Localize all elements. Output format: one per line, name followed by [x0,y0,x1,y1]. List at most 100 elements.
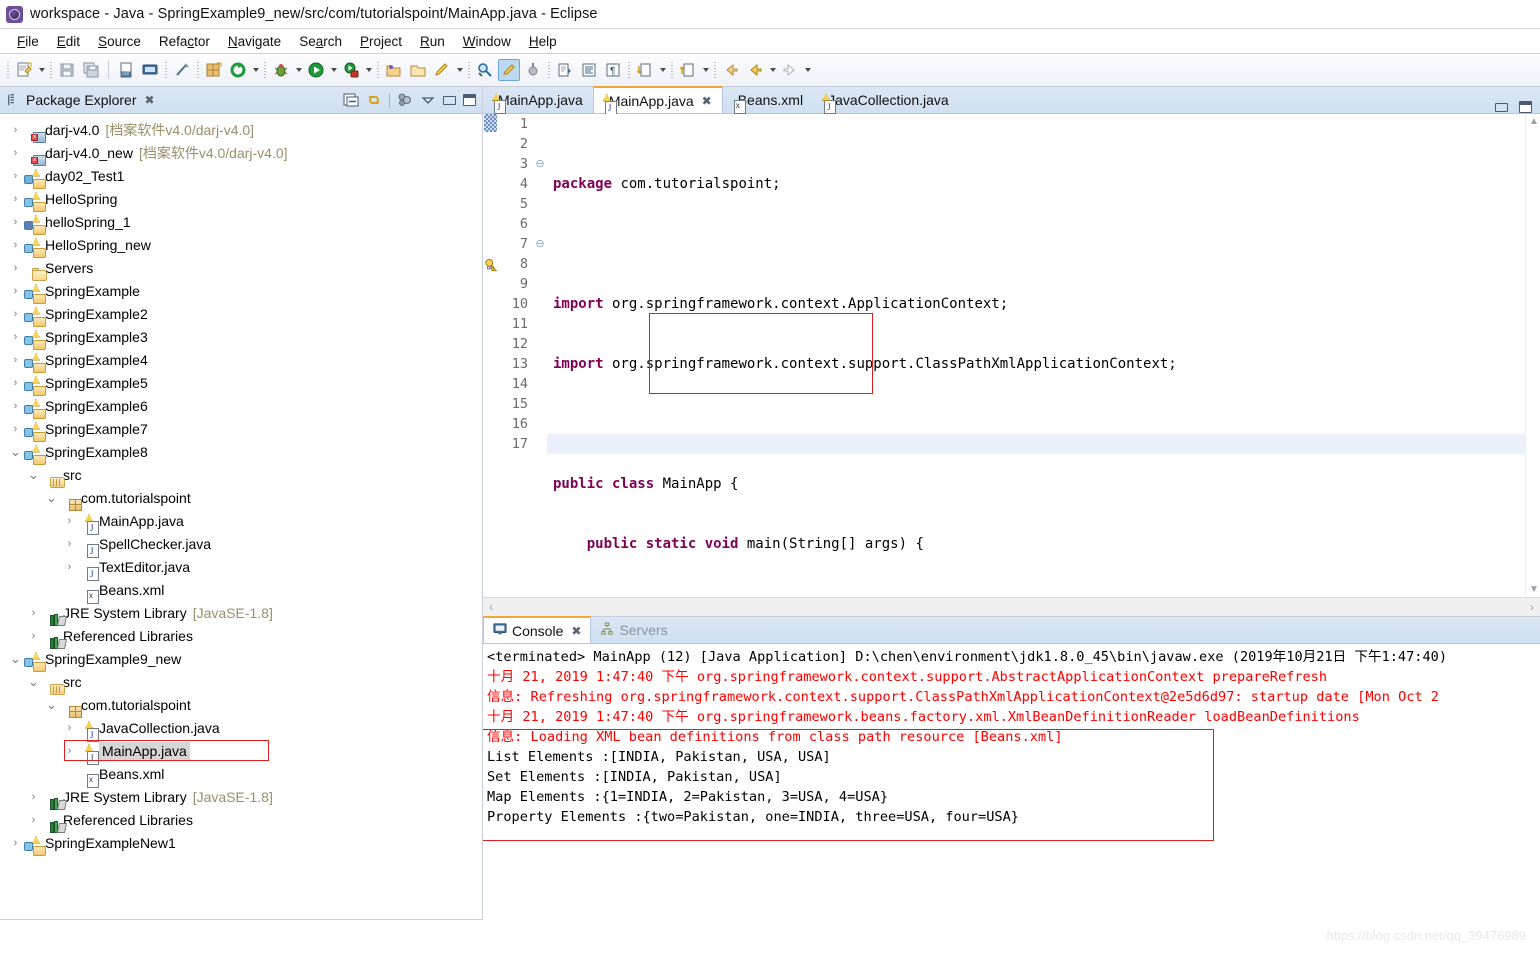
menu-edit[interactable]: Edit [48,32,89,51]
minimize-icon[interactable] [1495,102,1508,112]
chevron-right-icon[interactable]: › [8,193,23,205]
chevron-down-icon[interactable]: ⌄ [8,445,23,458]
run-coverage-dropdown[interactable] [363,60,374,80]
tree-item[interactable]: › SpringExample5 [0,371,482,396]
tree-item[interactable]: › x darj-v4.0_new [档案软件v4.0/darj-v4.0] [0,141,482,166]
editor-folding-gutter[interactable]: ⊖ ⊖ [533,114,547,597]
open-folder-icon[interactable] [383,59,405,81]
menu-search[interactable]: Search [290,32,351,51]
show-whitespace-icon[interactable]: ¶ [602,59,624,81]
chevron-right-icon[interactable]: › [8,377,23,389]
tree-item[interactable]: › J MainApp.java [0,509,482,535]
editor-horizontal-scrollbar[interactable]: ‹ › [483,597,1540,616]
editor-marker-gutter[interactable]: ! [483,114,499,597]
back-dropdown[interactable] [767,60,778,80]
scroll-down-arrow[interactable]: ▼ [1529,584,1539,595]
link-break-icon[interactable] [171,59,193,81]
chevron-right-icon[interactable]: › [62,538,77,550]
package-explorer-tree[interactable]: › x darj-v4.0 [档案软件v4.0/darj-v4.0] › x darj-v4… [0,114,482,955]
highlight-icon[interactable] [498,59,520,81]
chevron-down-icon[interactable]: ⌄ [26,468,41,481]
chevron-right-icon[interactable]: › [8,837,23,849]
tree-item[interactable]: › helloSpring_1 [0,210,482,235]
forward-back-icon[interactable] [744,59,766,81]
edit-pencil-icon[interactable] [431,59,453,81]
tree-item[interactable]: › HelloSpring_new [0,233,482,258]
tree-item[interactable]: ⌄ SpringExample9_new [0,647,482,672]
tree-item[interactable]: ⌄ src [0,463,482,488]
close-icon[interactable]: ✖ [145,93,155,107]
chevron-right-icon[interactable]: › [8,423,23,435]
chevron-right-icon[interactable]: › [62,745,77,757]
chevron-right-icon[interactable]: › [62,722,77,734]
forward-icon[interactable] [779,59,801,81]
tree-item[interactable]: › HelloSpring [0,187,482,212]
chevron-down-icon[interactable]: ⌄ [44,491,59,504]
forward-dropdown[interactable] [802,60,813,80]
minimize-icon[interactable] [443,95,456,105]
collapse-all-icon[interactable] [343,92,359,108]
editor-tab-4[interactable]: J JavaCollection.java [813,87,959,114]
tree-item[interactable]: › SpringExample7 [0,417,482,442]
chevron-right-icon[interactable]: › [8,239,23,251]
chevron-right-icon[interactable]: › [62,561,77,573]
tree-item[interactable]: ⌄ src [0,670,482,695]
open-type-icon[interactable]: 010 [115,59,137,81]
close-icon[interactable]: ✖ [571,624,581,638]
chevron-right-icon[interactable]: › [26,607,41,619]
search-icon[interactable] [474,59,496,81]
chevron-down-icon[interactable]: ⌄ [44,698,59,711]
tree-item[interactable]: › SpringExample4 [0,348,482,373]
tree-item[interactable]: › Referenced Libraries [0,624,482,649]
toggle-mark-icon[interactable] [522,59,544,81]
new-java-package-icon[interactable] [203,59,225,81]
tree-item[interactable]: › JRE System Library [JavaSE-1.8] [0,601,482,626]
tree-item[interactable]: ⌄ com.tutorialspoint [0,693,482,718]
editor-vertical-scrollbar[interactable]: ▲ ▼ [1525,114,1540,597]
tree-item[interactable]: x Beans.xml [0,762,482,788]
debug-dropdown[interactable] [293,60,304,80]
chevron-right-icon[interactable]: › [8,308,23,320]
link-with-editor-icon[interactable] [366,92,382,108]
maximize-icon[interactable] [1519,101,1532,113]
run-icon[interactable] [305,59,327,81]
tree-item[interactable]: › SpringExample [0,279,482,304]
tree-item[interactable]: › J SpellChecker.java [0,532,482,558]
tree-item[interactable]: x Beans.xml [0,578,482,604]
toolbar-drag-handle[interactable] [7,61,9,79]
menu-run[interactable]: Run [411,32,454,51]
last-edit-dropdown[interactable] [700,60,711,80]
debug-icon[interactable] [270,59,292,81]
chevron-right-icon[interactable]: › [8,147,23,159]
scroll-up-arrow[interactable]: ▲ [1529,116,1539,127]
chevron-down-icon[interactable] [420,92,436,108]
tree-item[interactable]: › Referenced Libraries [0,808,482,833]
run-dropdown[interactable] [328,60,339,80]
close-icon[interactable]: ✖ [702,94,712,108]
console-tab-2[interactable]: Servers [591,617,676,643]
run-coverage-icon[interactable] [340,59,362,81]
fold-collapse-icon[interactable]: ⊖ [533,234,547,254]
next-annotation-icon[interactable] [554,59,576,81]
warning-bulb-icon[interactable]: ! [484,257,498,273]
chevron-right-icon[interactable]: › [8,170,23,182]
save-all-icon[interactable] [80,59,102,81]
tree-item[interactable]: ⌄ com.tutorialspoint [0,486,482,511]
next-edit-icon[interactable] [634,59,656,81]
tree-item-selected[interactable]: › J MainApp.java [0,739,482,765]
tree-item[interactable]: › SpringExample3 [0,325,482,350]
tree-item[interactable]: › JRE System Library [JavaSE-1.8] [0,785,482,810]
edit-dropdown[interactable] [454,60,465,80]
refresh-dropdown[interactable] [250,60,261,80]
chevron-right-icon[interactable]: › [8,216,23,228]
tree-item[interactable]: ⌄ SpringExample8 [0,440,482,465]
chevron-right-icon[interactable]: › [62,515,77,527]
menu-refactor[interactable]: Refactor [150,32,219,51]
hscroll-right-arrow[interactable]: › [1530,600,1534,614]
chevron-right-icon[interactable]: › [26,791,41,803]
tree-item[interactable]: › SpringExampleNew1 [0,831,482,856]
menu-help[interactable]: Help [520,32,566,51]
tree-item[interactable]: › Servers [0,256,482,281]
editor-tab-3[interactable]: x Beans.xml [723,87,813,114]
new-wizard-dropdown[interactable] [36,60,47,80]
